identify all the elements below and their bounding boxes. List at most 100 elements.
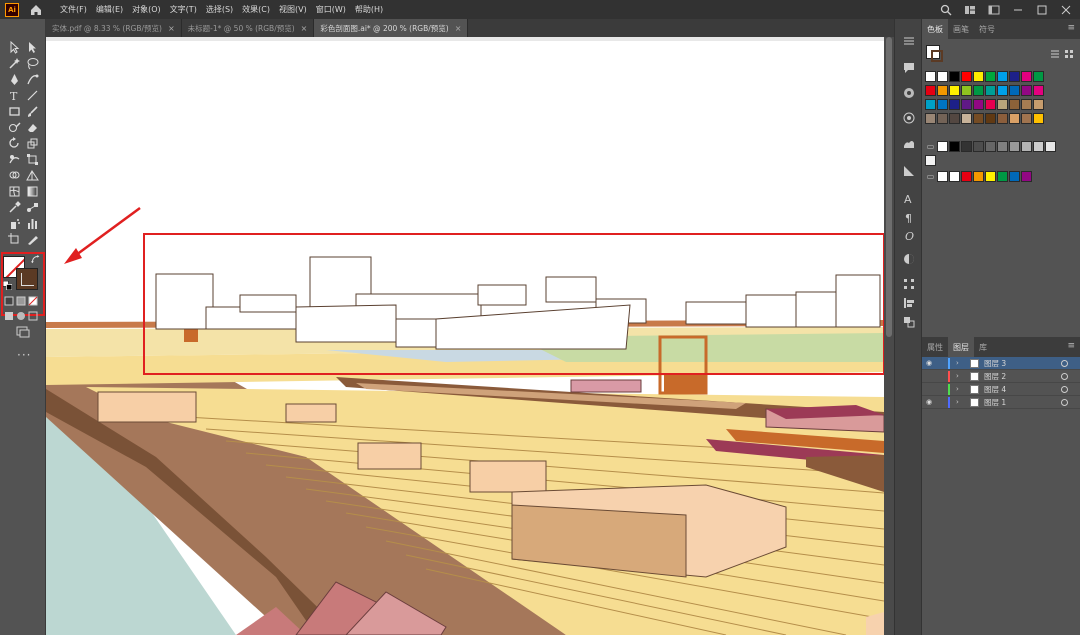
color-swatch[interactable]	[925, 71, 936, 82]
tab-brushes[interactable]: 画笔	[948, 19, 974, 39]
gradient-tool-icon[interactable]	[26, 185, 39, 198]
color-swatch[interactable]	[1033, 85, 1044, 96]
panel-menu-icon[interactable]: ≡	[1067, 23, 1075, 33]
color-swatch[interactable]	[985, 85, 996, 96]
stroke-color-swatch[interactable]	[16, 268, 38, 290]
color-swatch[interactable]	[961, 171, 972, 182]
perspective-grid-tool-icon[interactable]	[26, 169, 39, 182]
color-swatch[interactable]	[1021, 171, 1032, 182]
visibility-eye-icon[interactable]: ◉	[926, 398, 936, 406]
menu-object[interactable]: 对象(O)	[132, 4, 161, 15]
color-swatch[interactable]	[1021, 99, 1032, 110]
layer-row[interactable]: ◉ › 图层 1	[922, 396, 1080, 409]
default-fill-stroke-icon[interactable]	[3, 281, 12, 290]
color-swatch[interactable]	[1045, 141, 1056, 152]
visibility-eye-icon[interactable]: ◉	[926, 359, 936, 367]
color-swatch[interactable]	[973, 113, 984, 124]
artboard-tool-icon[interactable]	[8, 233, 21, 246]
tab-layers[interactable]: 图层	[948, 337, 974, 357]
layer-name[interactable]: 图层 2	[984, 371, 1006, 382]
color-swatch[interactable]	[1033, 99, 1044, 110]
color-swatch[interactable]	[973, 171, 984, 182]
tab-libraries[interactable]: 库	[974, 337, 992, 357]
arrange-documents-icon[interactable]	[964, 4, 976, 16]
menu-select[interactable]: 选择(S)	[206, 4, 233, 15]
tab-document-1[interactable]: 实体.pdf @ 8.33 % (RGB/预览) ×	[46, 19, 182, 37]
color-swatch[interactable]	[937, 71, 948, 82]
color-swatch[interactable]	[949, 141, 960, 152]
color-swatch[interactable]	[973, 141, 984, 152]
color-swatch[interactable]	[937, 99, 948, 110]
color-swatch[interactable]	[985, 141, 996, 152]
symbols-icon[interactable]	[902, 137, 916, 151]
color-swatch[interactable]	[985, 113, 996, 124]
eraser-tool-icon[interactable]	[26, 121, 39, 134]
character-icon[interactable]: A	[902, 191, 916, 205]
layer-row[interactable]: › 图层 4	[922, 383, 1080, 396]
color-swatch[interactable]	[973, 71, 984, 82]
color-swatch[interactable]	[961, 113, 972, 124]
slice-tool-icon[interactable]	[26, 233, 39, 246]
eyedropper-tool-icon[interactable]	[8, 201, 21, 214]
close-tab-icon[interactable]: ×	[301, 24, 308, 33]
swap-fill-stroke-icon[interactable]	[31, 255, 40, 264]
tab-document-3[interactable]: 彩色剖面图.ai* @ 200 % (RGB/预览) ×	[314, 19, 469, 37]
color-swatch[interactable]	[925, 85, 936, 96]
color-swatch[interactable]	[937, 141, 948, 152]
layer-name[interactable]: 图层 4	[984, 384, 1006, 395]
shape-builder-tool-icon[interactable]	[8, 169, 21, 182]
type-tool-icon[interactable]: T	[8, 89, 21, 102]
opentype-icon[interactable]: O	[902, 228, 916, 242]
curvature-tool-icon[interactable]	[26, 73, 39, 86]
color-swatch[interactable]	[925, 113, 936, 124]
magic-wand-tool-icon[interactable]	[8, 57, 21, 70]
color-swatch[interactable]	[1009, 171, 1020, 182]
layer-name[interactable]: 图层 3	[984, 358, 1006, 369]
color-swatch[interactable]	[961, 99, 972, 110]
line-segment-tool-icon[interactable]	[26, 89, 39, 102]
color-swatch[interactable]	[1033, 113, 1044, 124]
target-circle-icon[interactable]	[1061, 359, 1068, 367]
color-swatch[interactable]	[997, 141, 1008, 152]
stroke-indicator[interactable]	[931, 50, 943, 62]
layer-name[interactable]: 图层 1	[984, 397, 1006, 408]
color-swatch[interactable]	[997, 171, 1008, 182]
color-swatch[interactable]	[1021, 141, 1032, 152]
paintbrush-tool-icon[interactable]	[26, 105, 39, 118]
chevron-right-icon[interactable]: ›	[956, 398, 959, 406]
screen-mode-icon[interactable]	[16, 326, 30, 338]
color-swatch[interactable]	[1033, 141, 1044, 152]
column-graph-tool-icon[interactable]	[26, 217, 39, 230]
chevron-right-icon[interactable]: ›	[956, 372, 959, 380]
tab-properties[interactable]: 属性	[922, 337, 948, 357]
color-swatch[interactable]	[997, 71, 1008, 82]
color-group-folder-icon[interactable]: ▭	[925, 171, 936, 182]
symbol-sprayer-tool-icon[interactable]	[8, 217, 21, 230]
color-swatch[interactable]	[961, 141, 972, 152]
color-swatch[interactable]	[925, 99, 936, 110]
scale-tool-icon[interactable]	[26, 137, 39, 150]
color-swatch[interactable]	[949, 85, 960, 96]
color-swatch[interactable]	[961, 71, 972, 82]
color-swatch[interactable]	[973, 85, 984, 96]
list-view-icon[interactable]	[1050, 49, 1060, 59]
scrollbar-thumb[interactable]	[886, 37, 892, 337]
close-window-icon[interactable]	[1060, 4, 1072, 16]
grid-view-icon[interactable]	[1064, 49, 1074, 59]
color-swatch[interactable]	[997, 113, 1008, 124]
menu-effect[interactable]: 效果(C)	[242, 4, 270, 15]
minimize-icon[interactable]	[1012, 4, 1024, 16]
menu-file[interactable]: 文件(F)	[60, 4, 87, 15]
search-icon[interactable]	[940, 4, 952, 16]
menu-help[interactable]: 帮助(H)	[355, 4, 383, 15]
color-swatch[interactable]	[949, 113, 960, 124]
maximize-icon[interactable]	[1036, 4, 1048, 16]
color-swatch[interactable]	[985, 71, 996, 82]
color-swatch[interactable]	[949, 99, 960, 110]
edit-toolbar-icon[interactable]: ···	[17, 348, 31, 362]
color-swatch[interactable]	[1021, 113, 1032, 124]
color-swatch[interactable]	[1009, 141, 1020, 152]
workspace-switcher-icon[interactable]	[988, 4, 1000, 16]
color-group-folder-icon[interactable]: ▭	[925, 141, 936, 152]
color-swatch[interactable]	[1009, 85, 1020, 96]
